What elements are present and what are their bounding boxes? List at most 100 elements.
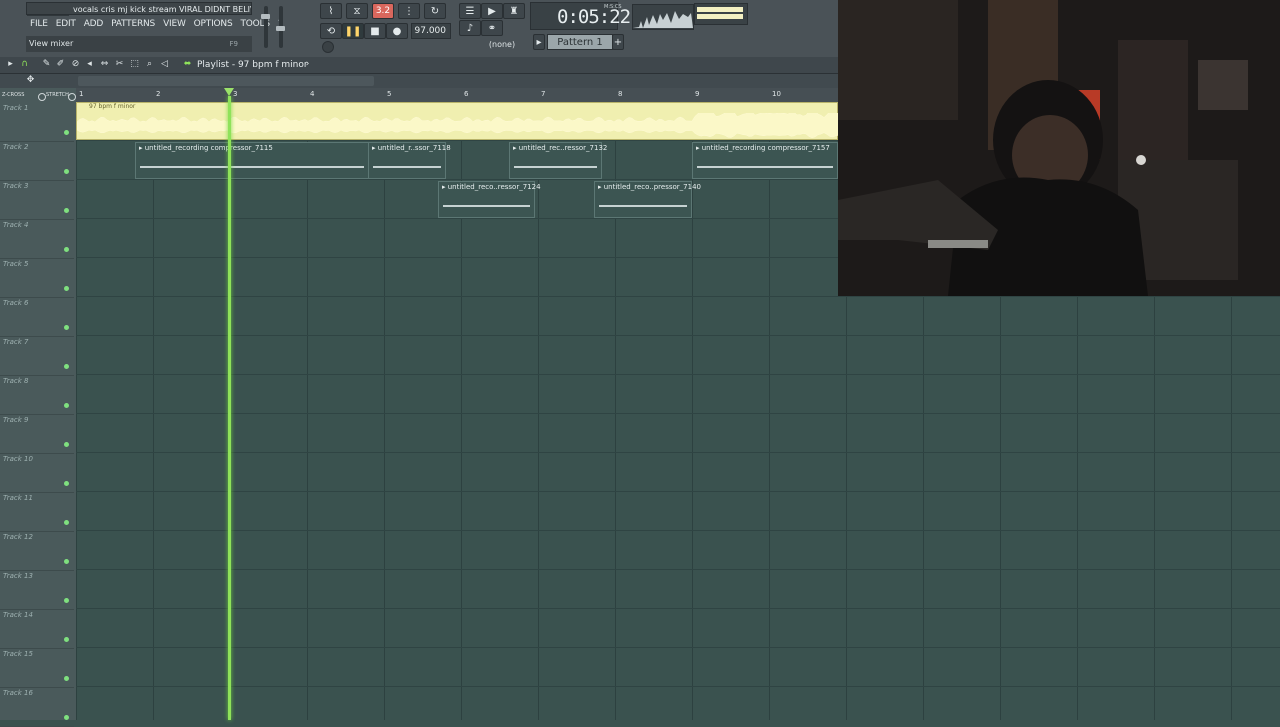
zoom-tool-icon[interactable]: ⌕: [144, 59, 155, 70]
track-mute-led[interactable]: [64, 325, 69, 330]
track-header[interactable]: Track 14: [0, 609, 74, 649]
track-mute-led[interactable]: [64, 442, 69, 447]
track-mute-led[interactable]: [64, 247, 69, 252]
track-mute-led[interactable]: [64, 559, 69, 564]
audio-clip[interactable]: ▸ untitled_reco..ressor_7124: [438, 181, 541, 218]
grid-track-line: [76, 452, 1280, 453]
master-volume-slider[interactable]: [264, 6, 268, 48]
audio-clip[interactable]: ▸ untitled_recording compressor_7157: [692, 142, 838, 179]
slice-tool-icon[interactable]: ✂: [114, 59, 125, 70]
track-header[interactable]: Track 9: [0, 414, 74, 454]
channel-rack-icon[interactable]: ♪: [459, 20, 481, 36]
menu-patterns[interactable]: PATTERNS: [107, 17, 159, 32]
audio-clip-master[interactable]: 97 bpm f minor: [76, 102, 839, 140]
metronome-icon[interactable]: ⌇: [320, 3, 342, 19]
piano-roll-icon[interactable]: ▶: [481, 3, 503, 19]
playlist-arrows-icon[interactable]: ⬌: [182, 59, 193, 70]
track-mute-led[interactable]: [64, 286, 69, 291]
track-header[interactable]: Track 8: [0, 375, 74, 415]
snap-magnet-icon[interactable]: ∩: [19, 59, 30, 70]
playlist-view-icon[interactable]: ☰: [459, 3, 481, 19]
playlist-title-arrow-icon[interactable]: ›: [302, 59, 313, 70]
stretch-label[interactable]: STRETCH: [46, 92, 69, 98]
tempo-display[interactable]: 97.000: [411, 23, 451, 39]
grid-track-line: [76, 491, 1280, 492]
track-mute-led[interactable]: [64, 598, 69, 603]
track-header[interactable]: Track 10: [0, 453, 74, 493]
track-mute-led[interactable]: [64, 715, 69, 720]
master-pitch-knob[interactable]: [276, 26, 285, 31]
track-mute-led[interactable]: [64, 481, 69, 486]
track-mute-led[interactable]: [64, 520, 69, 525]
track-label: Track 2: [3, 143, 29, 151]
master-volume-knob[interactable]: [261, 14, 270, 19]
track-header[interactable]: Track 5: [0, 258, 74, 298]
mixer-view-icon[interactable]: ♜: [503, 3, 525, 19]
wait-input-icon[interactable]: ⧖: [346, 3, 368, 19]
track-header[interactable]: Track 3: [0, 180, 74, 220]
paint-tool-icon[interactable]: ✐: [55, 59, 66, 70]
track-mute-led[interactable]: [64, 130, 69, 135]
track-label: Track 15: [3, 650, 33, 658]
audio-clip[interactable]: ▸ untitled_rec..ressor_7132: [509, 142, 607, 179]
track-header[interactable]: Track 12: [0, 531, 74, 571]
audio-clip[interactable]: ▸ untitled_reco..pressor_7140: [594, 181, 701, 218]
track-header[interactable]: Track 4: [0, 219, 74, 259]
track-mute-led[interactable]: [64, 169, 69, 174]
audio-clip[interactable]: ▸ untitled_r..ssor_7118: [368, 142, 451, 179]
track-mute-led[interactable]: [64, 364, 69, 369]
track-mute-led[interactable]: [64, 208, 69, 213]
track-header[interactable]: Track 11: [0, 492, 74, 532]
clip-waveform: [443, 205, 530, 207]
playlist-menu-arrow-icon[interactable]: ▸: [5, 59, 16, 70]
timeline-ruler[interactable]: 1 2 3 4 5 6 7 8 9 10: [76, 88, 838, 102]
track-header[interactable]: Track 13: [0, 570, 74, 610]
delete-tool-icon[interactable]: ⊘: [70, 59, 81, 70]
loop-record-icon[interactable]: ↻: [424, 3, 446, 19]
track-mute-led[interactable]: [64, 403, 69, 408]
record-mode-button[interactable]: 3.2: [372, 3, 394, 19]
channel-target-select[interactable]: (none): [478, 38, 526, 52]
track-header[interactable]: Track 1: [0, 102, 74, 142]
menu-file[interactable]: FILE: [26, 17, 52, 32]
zcross-toggle[interactable]: [38, 93, 46, 101]
pattern-selector[interactable]: Pattern 1: [547, 34, 613, 50]
stop-button[interactable]: ■: [364, 23, 386, 39]
menu-bar: FILE EDIT ADD PATTERNS VIEW OPTIONS TOOL…: [26, 17, 283, 32]
slip-tool-icon[interactable]: ⇔: [99, 59, 110, 70]
track-header[interactable]: Track 6: [0, 297, 74, 337]
song-mode-knob[interactable]: [322, 41, 334, 53]
track-mute-led[interactable]: [64, 637, 69, 642]
select-tool-icon[interactable]: ⬚: [129, 59, 140, 70]
track-header[interactable]: Track 2: [0, 141, 74, 181]
menu-edit[interactable]: EDIT: [52, 17, 80, 32]
playhead-marker[interactable]: [224, 88, 234, 96]
pattern-add-icon[interactable]: +: [612, 34, 624, 50]
meter-right: [697, 14, 743, 19]
menu-view[interactable]: VIEW: [159, 17, 190, 32]
track-headers: Track 1 Track 2 Track 3 Track 4 Track 5 Track…: [0, 102, 76, 727]
track-mute-led[interactable]: [64, 676, 69, 681]
horizontal-scroll-thumb[interactable]: [78, 76, 374, 86]
playlist-move-icon[interactable]: ✥: [25, 75, 36, 86]
menu-add[interactable]: ADD: [80, 17, 107, 32]
track-header[interactable]: Track 15: [0, 648, 74, 688]
step-edit-icon[interactable]: ⋮: [398, 3, 420, 19]
stretch-toggle[interactable]: [68, 93, 76, 101]
mute-tool-icon[interactable]: ◂: [84, 59, 95, 70]
track-header[interactable]: Track 7: [0, 336, 74, 376]
pat-song-toggle-icon[interactable]: ⟲: [320, 23, 342, 39]
grid-bar-line: [76, 102, 77, 720]
record-button[interactable]: ●: [386, 23, 408, 39]
grid-bar-line: [153, 102, 154, 720]
pause-button[interactable]: ❚❚: [342, 23, 364, 39]
menu-options[interactable]: OPTIONS: [190, 17, 237, 32]
zcross-label[interactable]: Z-CROSS: [2, 92, 24, 98]
track-header[interactable]: Track 16: [0, 687, 74, 727]
pattern-prev-icon[interactable]: ▸: [533, 34, 545, 50]
audio-clip[interactable]: ▸ untitled_recording compressor_7115: [135, 142, 369, 179]
browser-link-icon[interactable]: ⚭: [481, 20, 503, 36]
menu-tools[interactable]: TOOLS: [236, 17, 273, 32]
draw-tool-icon[interactable]: ✎: [41, 59, 52, 70]
playback-tool-icon[interactable]: ◁: [159, 59, 170, 70]
